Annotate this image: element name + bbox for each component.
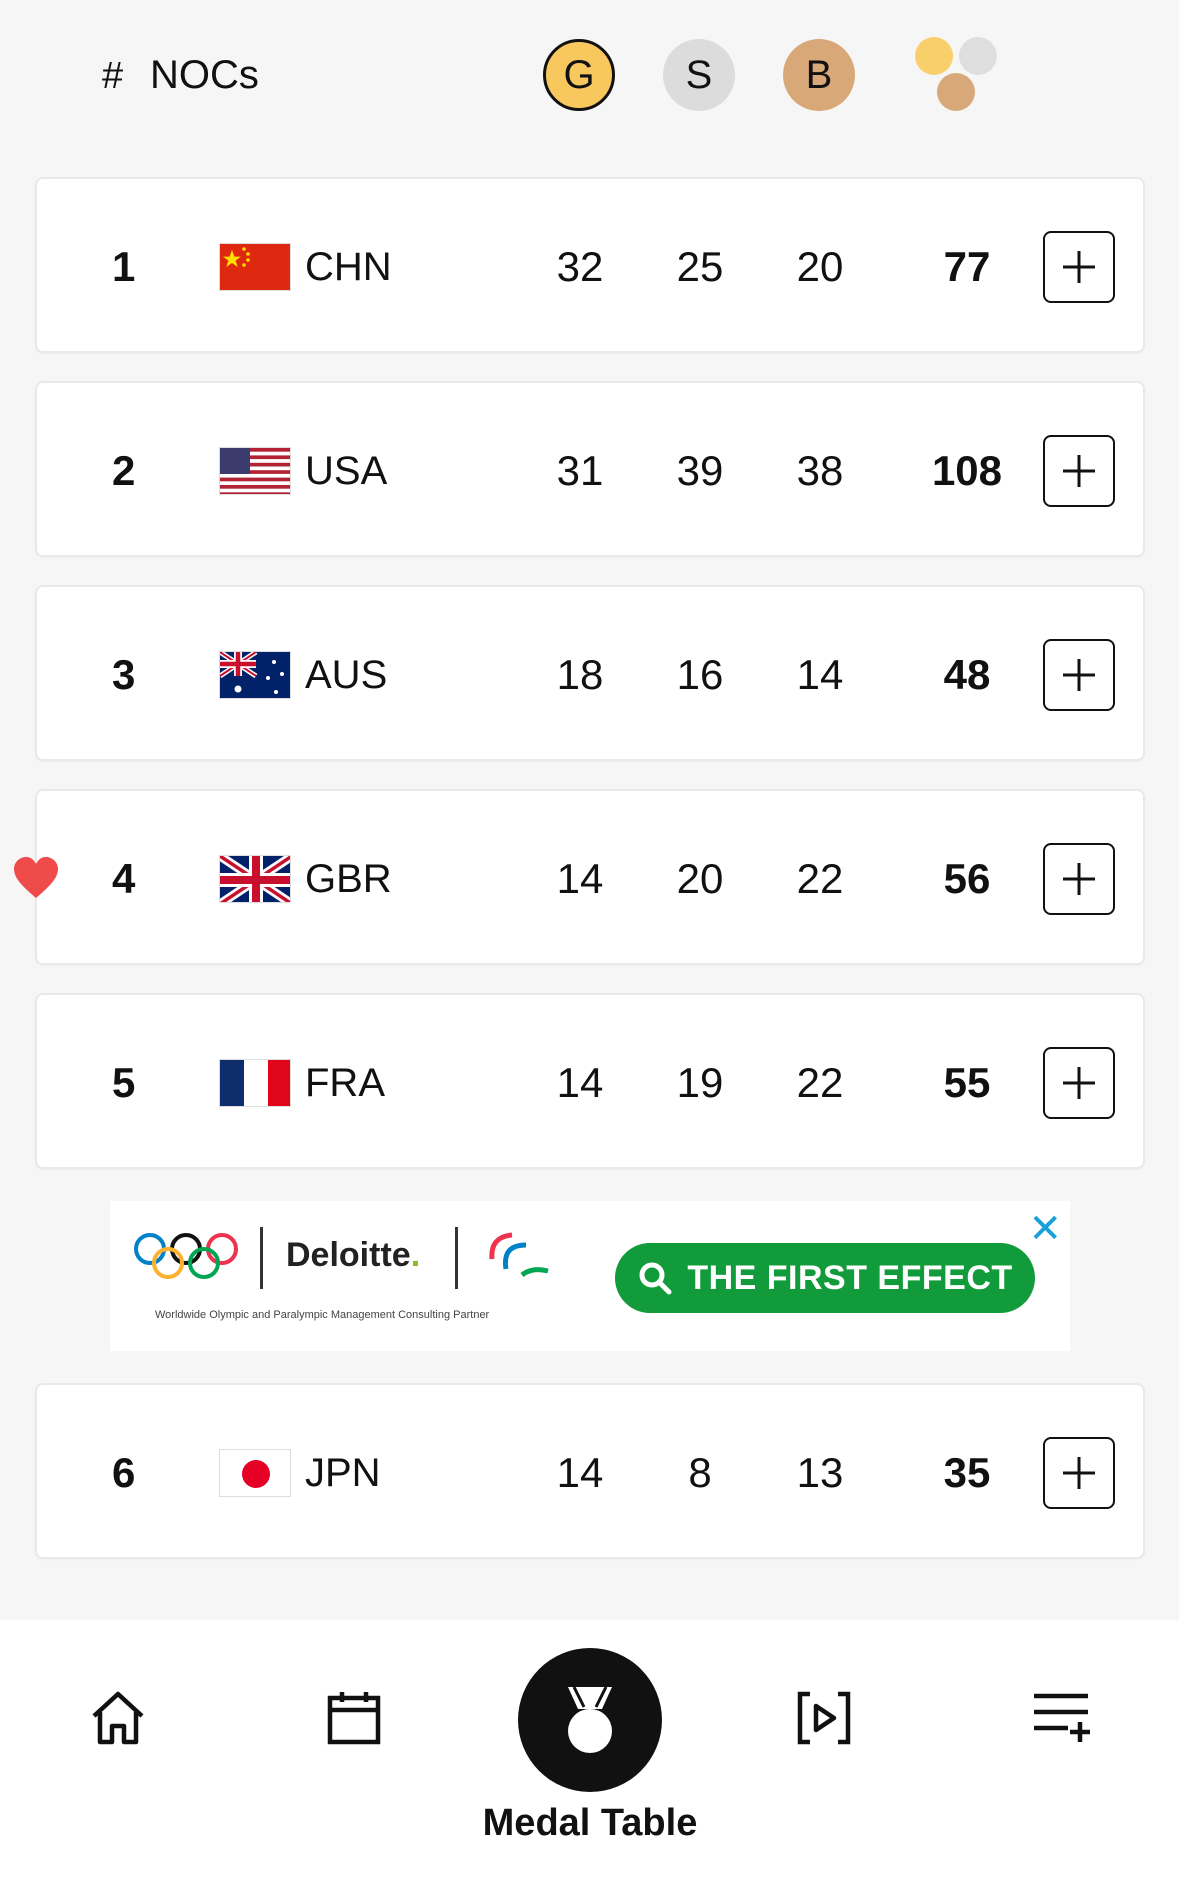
table-row[interactable]: 1 CHN 32 25 20 77: [35, 177, 1145, 353]
rank-cell: 4: [112, 855, 136, 902]
bottom-navigation: Medal Table: [0, 1620, 1179, 1879]
gold-column-header[interactable]: G: [543, 39, 615, 111]
rank-cell: 1: [112, 243, 136, 290]
bronze-count: 22: [796, 1059, 844, 1106]
expand-row-button[interactable]: [1043, 231, 1115, 303]
flag-gbr-icon: [219, 855, 291, 903]
total-column-header[interactable]: [915, 37, 997, 113]
nav-medal-table-label[interactable]: Medal Table: [440, 1802, 740, 1845]
plus-icon: [1063, 863, 1095, 895]
gold-count: 14: [556, 1449, 604, 1496]
nav-videos[interactable]: [796, 1690, 852, 1751]
expand-row-button[interactable]: [1043, 435, 1115, 507]
brand-dot: .: [410, 1236, 421, 1274]
silver-count: 20: [676, 855, 724, 902]
gold-count: 32: [556, 243, 604, 290]
flag-jpn-icon: [219, 1449, 291, 1497]
rank-cell: 2: [112, 447, 136, 494]
medal-icon: [568, 1686, 612, 1753]
total-count: 55: [943, 1059, 991, 1106]
gold-count: 14: [556, 855, 604, 902]
table-row[interactable]: 2 USA 31 39 38 108: [35, 381, 1145, 557]
ad-cta-button[interactable]: THE FIRST EFFECT: [615, 1243, 1035, 1313]
table-header: # NOCs G S B: [0, 0, 1179, 150]
favorite-heart-icon[interactable]: [12, 856, 60, 900]
expand-row-button[interactable]: [1043, 639, 1115, 711]
bronze-count: 13: [796, 1449, 844, 1496]
expand-row-button[interactable]: [1043, 843, 1115, 915]
brand-text: Deloitte: [286, 1236, 411, 1274]
silver-count: 16: [676, 651, 724, 698]
table-row[interactable]: 5 FRA 14 19 22 55: [35, 993, 1145, 1169]
rank-cell: 3: [112, 651, 136, 698]
plus-icon: [1063, 1067, 1095, 1099]
gold-count: 31: [556, 447, 604, 494]
total-count: 35: [943, 1449, 991, 1496]
noc-cell: JPN: [305, 1450, 381, 1495]
silver-column-header[interactable]: S: [663, 39, 735, 111]
nav-medal-table[interactable]: [518, 1648, 662, 1792]
silver-dot-icon: [959, 37, 997, 75]
nav-home[interactable]: [88, 1688, 148, 1753]
sponsor-tagline: Worldwide Olympic and Paralympic Managem…: [155, 1309, 490, 1321]
silver-label: S: [685, 52, 713, 97]
olympic-rings-icon: [134, 1233, 238, 1279]
calendar-icon: [327, 1692, 381, 1745]
plus-icon: [1063, 455, 1095, 487]
search-icon: [639, 1262, 672, 1295]
silver-count: 19: [676, 1059, 724, 1106]
gold-count: 14: [556, 1059, 604, 1106]
expand-row-button[interactable]: [1043, 1047, 1115, 1119]
bronze-column-header[interactable]: B: [783, 39, 855, 111]
plus-icon: [1063, 251, 1095, 283]
sponsor-banner[interactable]: Deloitte. Worldwide Olympic and Paralymp…: [110, 1201, 1070, 1351]
noc-cell: CHN: [305, 244, 392, 289]
total-count: 108: [931, 447, 1003, 494]
flag-chn-icon: [219, 243, 291, 291]
silver-count: 8: [688, 1449, 712, 1496]
paralympic-agitos-icon: [489, 1232, 549, 1278]
noc-cell: AUS: [305, 652, 388, 697]
silver-count: 25: [676, 243, 724, 290]
bronze-dot-icon: [937, 73, 975, 111]
expand-row-button[interactable]: [1043, 1437, 1115, 1509]
silver-count: 39: [676, 447, 724, 494]
noc-cell: FRA: [305, 1060, 385, 1105]
ad-cta-label: THE FIRST EFFECT: [687, 1258, 1013, 1297]
plus-icon: [1063, 659, 1095, 691]
gold-dot-icon: [915, 37, 953, 75]
bronze-count: 22: [796, 855, 844, 902]
rank-cell: 5: [112, 1059, 136, 1106]
flag-usa-icon: [219, 447, 291, 495]
gold-label: G: [563, 52, 595, 97]
table-row[interactable]: 3 AUS 18 16 14 48: [35, 585, 1145, 761]
nav-schedule[interactable]: [326, 1690, 382, 1751]
bronze-count: 20: [796, 243, 844, 290]
nav-more[interactable]: [1032, 1692, 1092, 1749]
total-count: 77: [943, 243, 991, 290]
table-row[interactable]: 4 GBR 14 20 22 56: [35, 789, 1145, 965]
total-count: 48: [943, 651, 991, 698]
bronze-label: B: [805, 52, 833, 97]
flag-fra-icon: [219, 1059, 291, 1107]
home-icon: [92, 1691, 144, 1745]
menu-add-icon: [1034, 1693, 1090, 1742]
noc-cell: USA: [305, 448, 388, 493]
total-count: 56: [943, 855, 991, 902]
play-icon: [797, 1691, 851, 1745]
bronze-count: 38: [796, 447, 844, 494]
table-row[interactable]: 6 JPN 14 8 13 35: [35, 1383, 1145, 1559]
ad-divider: [455, 1227, 458, 1289]
noc-column-header[interactable]: NOCs: [150, 53, 259, 98]
sponsor-brand: Deloitte.: [286, 1236, 420, 1275]
ad-divider: [260, 1227, 263, 1289]
rank-cell: 6: [112, 1449, 136, 1496]
flag-aus-icon: [219, 651, 291, 699]
plus-icon: [1063, 1457, 1095, 1489]
noc-cell: GBR: [305, 856, 392, 901]
gold-count: 18: [556, 651, 604, 698]
ad-close-icon[interactable]: ✕: [1028, 1209, 1062, 1249]
bronze-count: 14: [796, 651, 844, 698]
rank-column-header[interactable]: #: [102, 55, 123, 98]
